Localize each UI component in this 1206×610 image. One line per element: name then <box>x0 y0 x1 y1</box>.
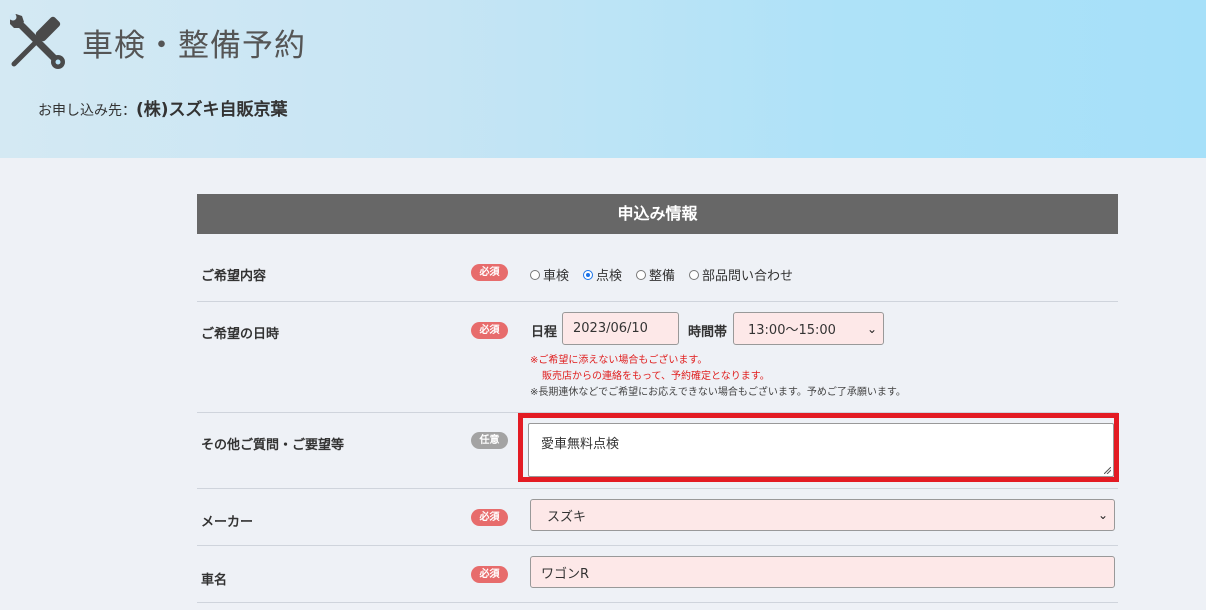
chevron-down-icon: ⌄ <box>1097 508 1108 522</box>
row-desired-datetime: ご希望の日時 必須 日程 2023/06/10 時間帯 13:00〜15:00 … <box>197 302 1118 413</box>
section-title: 申込み情報 <box>197 194 1118 234</box>
note-red-1: ※ご希望に添えない場合もございます。 <box>530 355 708 366</box>
row-maker: メーカー 必須 スズキ ⌄ <box>197 489 1118 546</box>
textarea-value: 愛車無料点検 <box>541 437 620 452</box>
page-header: 車検・整備予約 お申し込み先：(株)スズキ自販京葉 <box>0 0 1206 158</box>
required-badge: 必須 <box>471 264 508 281</box>
radio-icon <box>689 269 700 280</box>
required-badge: 必須 <box>471 509 508 526</box>
radio-label: 整備 <box>649 269 676 284</box>
time-label: 時間帯 <box>688 325 728 340</box>
date-label: 日程 <box>531 325 558 340</box>
destination-shop: (株)スズキ自販京葉 <box>136 100 288 120</box>
radio-label: 点検 <box>596 269 623 284</box>
row-desired-content: ご希望内容 必須 車検 点検 整備 部品問い合わせ <box>197 234 1118 302</box>
radio-selected-icon <box>583 269 594 280</box>
other-requests-textarea[interactable]: 愛車無料点検 <box>528 423 1114 477</box>
destination-label: お申し込み先： <box>38 103 136 119</box>
radio-parts-inquiry[interactable]: 部品問い合わせ <box>689 265 793 284</box>
note-gray: ※長期連休などでご希望にお応えできない場合もございます。予めご了承願います。 <box>530 387 906 398</box>
car-name-input[interactable]: ワゴンR <box>530 556 1115 588</box>
radio-icon <box>530 269 540 280</box>
destination: お申し込み先：(株)スズキ自販京葉 <box>38 95 288 120</box>
car-name-label: 車名 <box>201 573 228 588</box>
time-select-value: 13:00〜15:00 <box>748 323 836 338</box>
radio-shaken[interactable]: 車検 <box>530 265 569 284</box>
application-form: 申込み情報 ご希望内容 必須 車検 点検 整備 部品問い合わせ ご希望の日時 必… <box>197 194 1119 603</box>
date-input[interactable]: 2023/06/10 <box>562 312 679 345</box>
note-red-2: 販売店からの連絡をもって、予約確定となります。 <box>542 371 770 382</box>
required-badge: 必須 <box>471 322 508 339</box>
radio-icon <box>636 269 647 280</box>
required-badge: 必須 <box>471 566 508 583</box>
radio-label: 部品問い合わせ <box>702 269 794 284</box>
maker-select[interactable]: スズキ ⌄ <box>530 499 1115 531</box>
desired-datetime-label: ご希望の日時 <box>201 327 280 342</box>
wrench-screwdriver-icon <box>9 13 65 69</box>
maker-label: メーカー <box>201 515 254 530</box>
desired-content-label: ご希望内容 <box>201 269 267 284</box>
radio-label: 車検 <box>543 269 570 284</box>
desired-content-radio-group: 車検 点検 整備 部品問い合わせ <box>530 265 793 284</box>
maker-select-value: スズキ <box>547 509 587 525</box>
radio-tenken[interactable]: 点検 <box>583 265 622 284</box>
page-title: 車検・整備予約 <box>82 28 306 64</box>
chevron-down-icon: ⌄ <box>866 321 877 336</box>
radio-seibi[interactable]: 整備 <box>636 265 675 284</box>
time-select[interactable]: 13:00〜15:00 ⌄ <box>733 312 884 345</box>
row-car-name: 車名 必須 ワゴンR <box>197 546 1118 603</box>
resize-handle-icon[interactable] <box>1104 467 1111 474</box>
datetime-notes: ※ご希望に添えない場合もございます。 販売店からの連絡をもって、予約確定となりま… <box>530 353 906 401</box>
other-requests-label: その他ご質問・ご要望等 <box>201 438 345 453</box>
optional-badge: 任意 <box>471 432 508 449</box>
